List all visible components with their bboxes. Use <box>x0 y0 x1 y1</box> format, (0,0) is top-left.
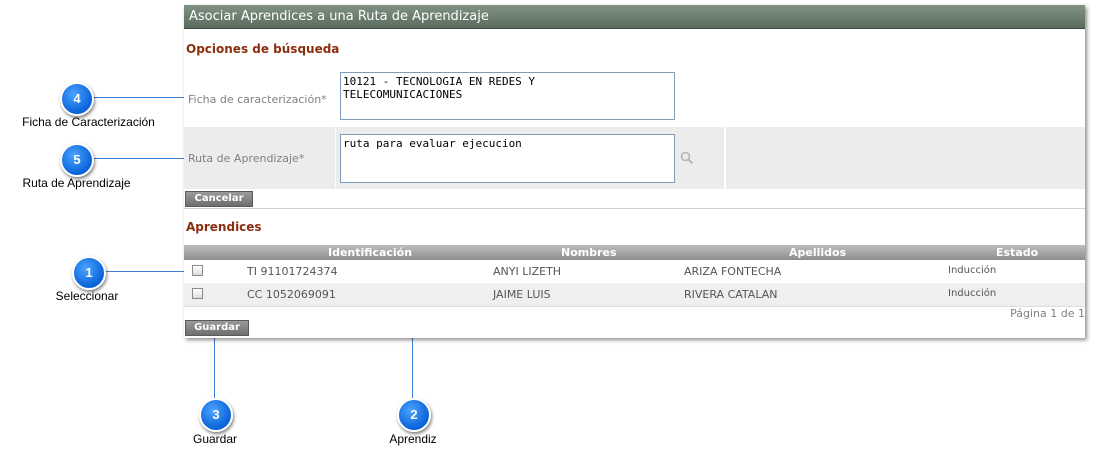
cell-nombres: ANYI LIZETH <box>493 265 562 278</box>
magnifier-icon[interactable] <box>680 151 694 165</box>
callout-line-3 <box>214 331 215 404</box>
cell-estado: Inducción <box>948 265 997 276</box>
callout-line-5 <box>90 158 188 159</box>
cell-estado: Inducción <box>948 288 997 299</box>
window-title: Asociar Aprendices a una Ruta de Aprendi… <box>189 9 489 24</box>
column-header-nombres[interactable]: Nombres <box>561 246 617 259</box>
search-section-title: Opciones de búsqueda <box>186 42 340 56</box>
table-row[interactable]: TI 91101724374 ANYI LIZETH ARIZA FONTECH… <box>184 260 1085 284</box>
ruta-field[interactable]: ruta para evaluar ejecucion <box>340 134 675 183</box>
ficha-value-line2: TELECOMUNICACIONES <box>343 88 463 101</box>
callout-label-ruta: Ruta de Aprendizaje <box>22 176 131 190</box>
ruta-value: ruta para evaluar ejecucion <box>343 137 522 150</box>
row-divider <box>724 127 726 189</box>
ficha-label: Ficha de caracterización* <box>188 93 327 106</box>
grid-header: Identificación Nombres Apellidos Estado <box>184 245 1085 260</box>
cell-identificacion: CC 1052069091 <box>247 288 336 301</box>
cell-apellidos: RIVERA CATALAN <box>684 288 778 301</box>
window-titlebar: Asociar Aprendices a una Ruta de Aprendi… <box>184 5 1085 29</box>
callout-badge-2: 2 <box>397 398 431 432</box>
row-divider <box>335 127 336 189</box>
ruta-label: Ruta de Aprendizaje* <box>188 152 305 165</box>
section-divider <box>184 208 1085 209</box>
callout-line-1 <box>102 271 192 272</box>
column-header-apellidos[interactable]: Apellidos <box>789 246 846 259</box>
callout-badge-5: 5 <box>60 143 94 177</box>
callout-badge-3: 3 <box>199 398 233 432</box>
select-checkbox[interactable] <box>192 265 203 276</box>
associate-learners-window: Asociar Aprendices a una Ruta de Aprendi… <box>184 5 1085 338</box>
save-button[interactable]: Guardar <box>185 320 249 336</box>
cell-nombres: JAIME LUIS <box>493 288 551 301</box>
callout-badge-1: 1 <box>72 256 106 290</box>
select-checkbox[interactable] <box>192 288 203 299</box>
callout-line-4 <box>90 97 188 98</box>
table-row[interactable]: CC 1052069091 JAIME LUIS RIVERA CATALAN … <box>184 283 1085 307</box>
ficha-value-line1: 10121 - TECNOLOGIA EN REDES Y <box>343 75 536 88</box>
ruta-row: Ruta de Aprendizaje* ruta para evaluar e… <box>184 127 1085 189</box>
callout-label-seleccionar: Seleccionar <box>55 289 119 303</box>
cancel-button[interactable]: Cancelar <box>185 191 253 207</box>
callout-label-ficha: Ficha de Caracterización <box>22 115 155 129</box>
callout-badge-4: 4 <box>60 82 94 116</box>
cell-apellidos: ARIZA FONTECHA <box>684 265 782 278</box>
callout-label-guardar: Guardar <box>192 432 238 446</box>
column-header-identificacion[interactable]: Identificación <box>328 246 412 259</box>
learners-section-title: Aprendices <box>186 220 262 234</box>
callout-label-aprendiz: Aprendiz <box>389 432 437 446</box>
cell-identificacion: TI 91101724374 <box>247 265 338 278</box>
column-header-estado[interactable]: Estado <box>996 246 1038 259</box>
pager-text: Página 1 de 1 <box>1010 307 1085 320</box>
ficha-row: Ficha de caracterización* 10121 - TECNOL… <box>184 68 1085 128</box>
ficha-field[interactable]: 10121 - TECNOLOGIA EN REDES Y TELECOMUNI… <box>340 72 675 120</box>
